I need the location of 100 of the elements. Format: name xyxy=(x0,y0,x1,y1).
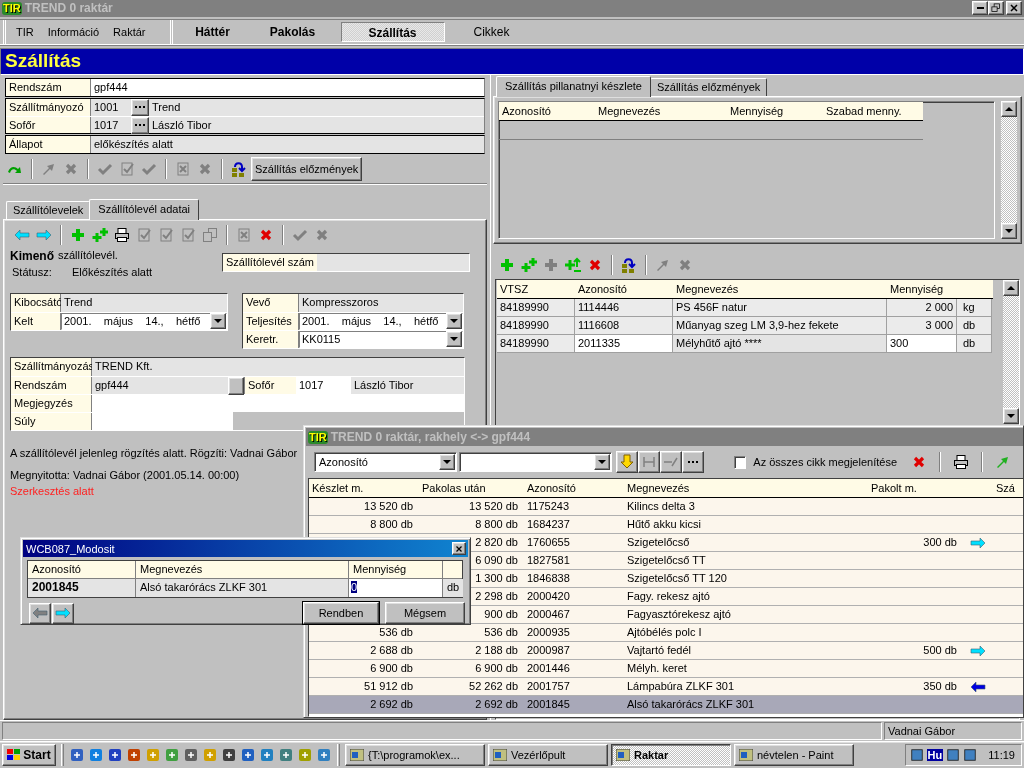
lookup-button[interactable] xyxy=(131,98,149,116)
program-icon[interactable] xyxy=(107,746,123,763)
module-tab[interactable]: Cikkek xyxy=(444,21,539,42)
scrollbar[interactable] xyxy=(1001,100,1017,239)
dropdown-button[interactable] xyxy=(210,313,226,330)
close-button[interactable] xyxy=(452,542,466,555)
table-row[interactable]: 6 900 db 6 900 db 2001446 Mélyh. keret xyxy=(309,660,1023,678)
table-row[interactable]: 2 688 db 2 188 db 2000987 Vajtartó fedél 500 db xyxy=(309,642,1023,660)
scroll-up-button[interactable] xyxy=(1001,100,1017,117)
ok-button[interactable]: Rendben xyxy=(303,602,379,624)
cross-icon[interactable] xyxy=(911,454,927,470)
dropdown-button[interactable] xyxy=(593,454,610,470)
column-header[interactable]: Megnevezés xyxy=(595,101,727,120)
program-icon[interactable] xyxy=(259,746,275,763)
tab[interactable]: Szállítás előzmények xyxy=(649,77,768,96)
program-icon[interactable] xyxy=(221,746,237,763)
table-cell-text: 2000987 xyxy=(526,643,571,658)
tray-icon[interactable] xyxy=(963,747,978,762)
dropdown-button[interactable] xyxy=(446,313,462,330)
column-header[interactable]: Azonosító xyxy=(575,279,673,298)
minimize-button[interactable] xyxy=(972,1,988,16)
column-header[interactable]: Megnevezés xyxy=(624,479,868,497)
column-header[interactable]: Mennyiség xyxy=(727,101,823,120)
combo-field[interactable]: KK0115 xyxy=(299,330,463,348)
taskbar-button[interactable]: Raktar xyxy=(611,743,731,766)
tray-icon[interactable] xyxy=(909,747,924,762)
lookup-button[interactable] xyxy=(131,116,149,134)
lookup-button[interactable] xyxy=(228,376,244,395)
scroll-down-button[interactable] xyxy=(1003,407,1019,424)
note-field[interactable] xyxy=(92,394,464,412)
table-row[interactable]: 8 800 db 8 800 db 1684237 Hűtő akku kicsi xyxy=(309,516,1023,534)
combo-field[interactable]: 2001. május 14., hétfő xyxy=(299,312,463,330)
cancel-button[interactable]: Mégsem xyxy=(385,602,465,624)
tab[interactable]: Szállítólevél adatai xyxy=(89,198,200,220)
language-indicator[interactable]: Hu xyxy=(926,748,944,761)
code-field[interactable]: 1017 xyxy=(296,376,351,394)
program-icon[interactable] xyxy=(278,746,294,763)
taskbar-button[interactable]: névtelen - Paint xyxy=(734,743,854,766)
tab[interactable]: Szállítólevelek xyxy=(6,200,91,219)
blocks-arrow-icon[interactable] xyxy=(621,256,637,273)
column-header[interactable]: Szá xyxy=(993,479,1023,497)
taskbar-button[interactable]: {T:\programok\ex... xyxy=(345,743,485,766)
quantity-field[interactable]: 0 xyxy=(349,579,443,597)
search-field[interactable] xyxy=(458,452,612,472)
menu-item[interactable]: Információ xyxy=(45,25,102,38)
scroll-up-button[interactable] xyxy=(1003,279,1019,296)
column-header[interactable]: Pakolt m. xyxy=(868,479,963,497)
value-field: Kompresszoros xyxy=(299,293,463,312)
table-row[interactable]: 84189990 2011335 Mélyhűtő ajtó **** 300 db xyxy=(497,334,993,353)
column-header[interactable]: Mennyiség xyxy=(887,279,992,298)
code-field[interactable]: 1001 xyxy=(91,98,131,116)
combo-field[interactable]: 2001. május 14., hétfő xyxy=(61,312,227,330)
table-row[interactable]: 84189990 1116608 Műanyag szeg LM 3,9-hez fekete 3 000 db xyxy=(497,316,993,335)
code-field[interactable]: 1017 xyxy=(91,116,131,133)
column-header[interactable]: VTSZ xyxy=(497,279,575,298)
column-header[interactable]: Azonosító xyxy=(524,479,624,497)
tab[interactable]: Szállítás pillanatnyi készlete xyxy=(496,75,651,97)
restore-button[interactable] xyxy=(988,1,1004,16)
program-icon[interactable] xyxy=(88,746,104,763)
table-row[interactable]: 536 db 536 db 2000935 Ajtóbélés polc I xyxy=(309,624,1023,642)
history-button[interactable]: Szállítás előzmények xyxy=(251,156,363,181)
start-button[interactable]: Start xyxy=(2,743,56,766)
program-icon[interactable] xyxy=(69,746,85,763)
module-tab[interactable]: Háttér xyxy=(172,21,253,42)
search-column-combo[interactable]: Azonosító xyxy=(314,452,457,472)
menu-item[interactable]: TIR xyxy=(14,25,36,38)
dots-button[interactable] xyxy=(681,451,704,473)
column-header[interactable]: Megnevezés xyxy=(673,279,887,298)
printer-icon[interactable] xyxy=(953,454,969,470)
forward-button[interactable] xyxy=(52,602,74,624)
scroll-down-button[interactable] xyxy=(1001,222,1017,239)
program-icon[interactable] xyxy=(183,746,199,763)
table-cell-text: 1846838 xyxy=(526,571,571,586)
tray-icon[interactable] xyxy=(946,747,961,762)
printer-icon[interactable] xyxy=(114,226,130,243)
column-header[interactable]: Készlet m. xyxy=(309,479,419,497)
blocks-arrow-icon[interactable] xyxy=(231,160,247,177)
checkbox[interactable] xyxy=(733,455,747,469)
taskbar-button[interactable]: Vezérlőpult xyxy=(488,743,608,766)
column-header[interactable]: Szabad menny. xyxy=(823,101,923,120)
table-row[interactable]: 51 912 db 52 262 db 2001757 Lámpabúra ZLKF 301 350 db xyxy=(309,678,1023,696)
module-tab[interactable]: Szállítás xyxy=(340,21,445,42)
weight-field[interactable] xyxy=(92,412,233,430)
down-arrow-icon xyxy=(618,454,635,470)
program-icon[interactable] xyxy=(240,746,256,763)
module-tab[interactable]: Pakolás xyxy=(252,21,333,42)
table-row[interactable]: 2 692 db 2 692 db 2001845 Alsó takarórács ZLKF 301 xyxy=(309,696,1023,714)
close-button[interactable] xyxy=(1006,1,1022,16)
column-header[interactable]: Pakolas után xyxy=(419,479,524,497)
table-row[interactable]: 84189990 1114446 PS 456F natur 2 000 kg xyxy=(497,298,993,317)
dropdown-button[interactable] xyxy=(438,454,455,470)
program-icon[interactable] xyxy=(316,746,332,763)
scrollbar[interactable] xyxy=(1003,279,1019,424)
dropdown-button[interactable] xyxy=(446,331,462,348)
column-header[interactable]: Azonosító xyxy=(499,101,595,120)
down-arrow-button[interactable] xyxy=(615,451,638,473)
table-cell-text: 500 db xyxy=(922,643,957,658)
table-row[interactable]: 13 520 db 13 520 db 1175243 Kilincs delta 3 xyxy=(309,498,1023,516)
program-icon[interactable] xyxy=(126,746,142,763)
menu-item[interactable]: Raktár xyxy=(111,25,148,38)
